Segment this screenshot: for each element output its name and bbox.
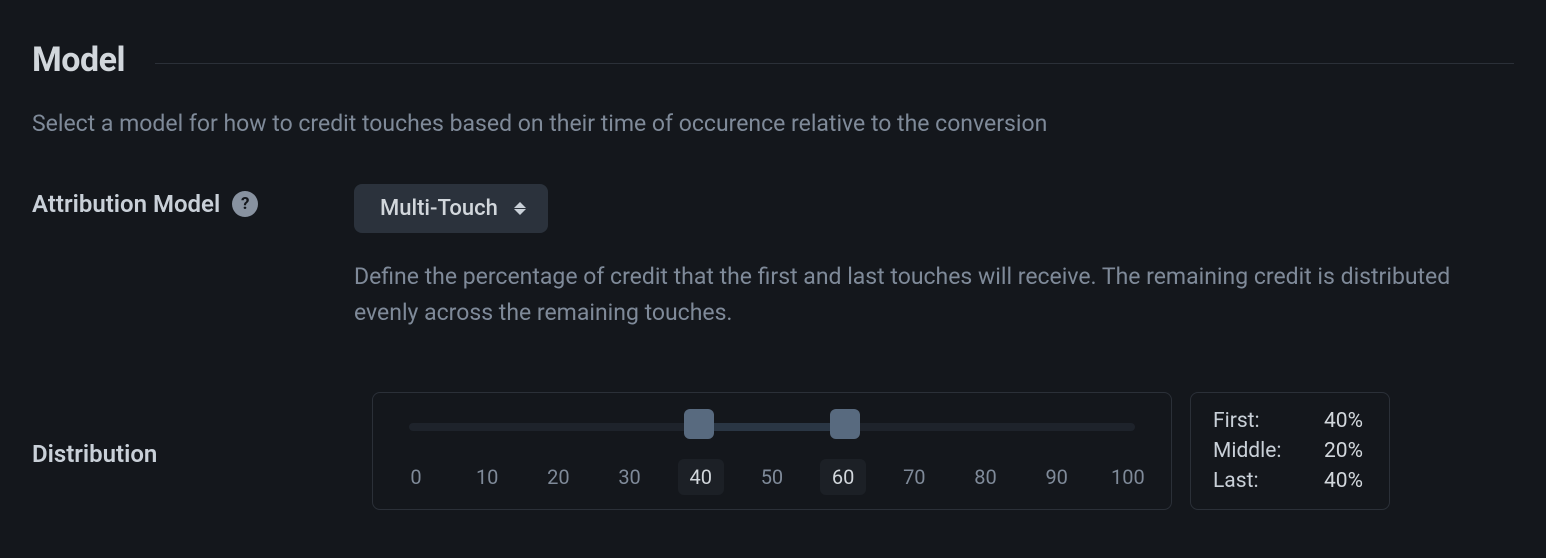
attribution-model-value: Multi-Touch xyxy=(380,196,498,221)
summary-middle-value: 20% xyxy=(1324,439,1363,463)
slider-tick-60: 60 xyxy=(820,459,866,495)
distribution-slider: 0 10 20 30 40 50 60 70 80 90 100 xyxy=(372,392,1172,510)
summary-middle: Middle: 20% xyxy=(1213,439,1363,463)
slider-tick-0: 0 xyxy=(393,459,439,495)
attribution-label-col: Attribution Model ? xyxy=(32,184,354,218)
summary-last-label: Last: xyxy=(1213,469,1259,493)
distribution-summary: First: 40% Middle: 20% Last: 40% xyxy=(1190,392,1390,510)
slider-handle-left[interactable] xyxy=(684,409,714,439)
slider-tick-70: 70 xyxy=(891,459,937,495)
slider-range-fill xyxy=(699,423,844,431)
distribution-row: Distribution 0 10 20 30 40 50 60 70 80 90 100 Firs… xyxy=(32,392,1514,510)
attribution-helper-text: Define the percentage of credit that the… xyxy=(354,259,1514,330)
select-caret-icon xyxy=(514,202,526,215)
section-rule xyxy=(155,63,1514,64)
section-title: Model xyxy=(32,40,125,80)
summary-last-value: 40% xyxy=(1324,469,1363,493)
slider-tick-10: 10 xyxy=(464,459,510,495)
slider-tick-20: 20 xyxy=(535,459,581,495)
attribution-row: Attribution Model ? Multi-Touch Define t… xyxy=(32,184,1514,330)
slider-track[interactable] xyxy=(409,419,1135,449)
slider-tick-30: 30 xyxy=(607,459,653,495)
slider-ticks: 0 10 20 30 40 50 60 70 80 90 100 xyxy=(393,459,1151,495)
help-icon[interactable]: ? xyxy=(232,191,258,217)
attribution-label: Attribution Model xyxy=(32,190,220,218)
section-description: Select a model for how to credit touches… xyxy=(32,108,1514,140)
attribution-field-col: Multi-Touch Define the percentage of cre… xyxy=(354,184,1514,330)
summary-first: First: 40% xyxy=(1213,409,1363,433)
attribution-model-select[interactable]: Multi-Touch xyxy=(354,184,548,233)
slider-tick-40: 40 xyxy=(678,459,724,495)
summary-middle-label: Middle: xyxy=(1213,439,1281,463)
slider-tick-90: 90 xyxy=(1034,459,1080,495)
summary-first-value: 40% xyxy=(1324,409,1363,433)
summary-last: Last: 40% xyxy=(1213,469,1363,493)
distribution-label: Distribution xyxy=(32,440,157,468)
section-header: Model xyxy=(32,40,1514,80)
summary-first-label: First: xyxy=(1213,409,1260,433)
slider-handle-right[interactable] xyxy=(830,409,860,439)
model-section: Model Select a model for how to credit t… xyxy=(0,0,1546,542)
slider-tick-80: 80 xyxy=(963,459,1009,495)
slider-tick-50: 50 xyxy=(749,459,795,495)
distribution-label-col: Distribution xyxy=(32,392,354,510)
slider-tick-100: 100 xyxy=(1105,459,1151,495)
